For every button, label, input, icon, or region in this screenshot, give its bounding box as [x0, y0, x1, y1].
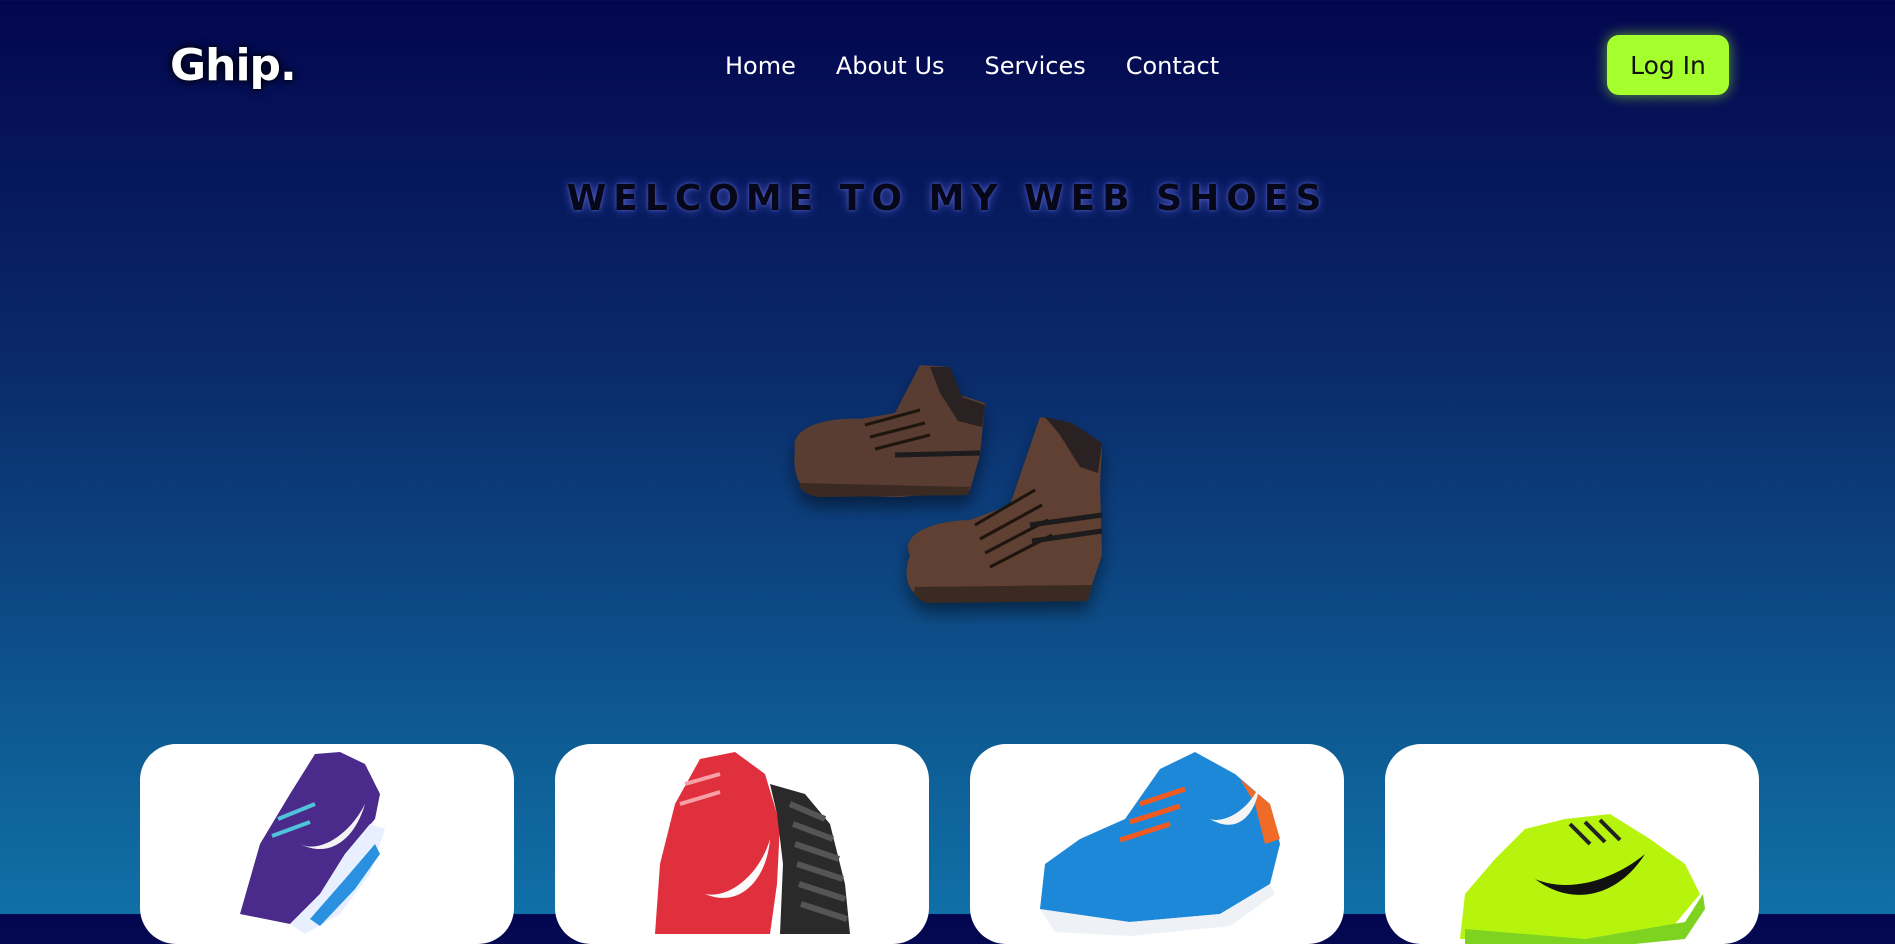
- nav-about-us[interactable]: About Us: [836, 52, 945, 80]
- main-nav: Home About Us Services Contact: [725, 52, 1219, 80]
- nav-services[interactable]: Services: [985, 52, 1086, 80]
- hero-shoes-image: [794, 365, 1103, 603]
- logo[interactable]: Ghip.: [170, 40, 297, 91]
- hero-headline: WELCOME TO MY WEB SHOES: [566, 178, 1329, 219]
- product-card[interactable]: [1385, 744, 1759, 944]
- purple-running-shoe-image: [240, 752, 385, 934]
- product-card[interactable]: [555, 744, 929, 944]
- red-running-shoe-image: [655, 752, 850, 934]
- blue-running-shoe-image: [1040, 752, 1280, 936]
- nav-home[interactable]: Home: [725, 52, 796, 80]
- neon-green-running-shoe-image: [1460, 814, 1705, 944]
- login-button[interactable]: Log In: [1607, 35, 1729, 95]
- nav-contact[interactable]: Contact: [1126, 52, 1219, 80]
- product-card[interactable]: [970, 744, 1344, 944]
- product-card[interactable]: [140, 744, 514, 944]
